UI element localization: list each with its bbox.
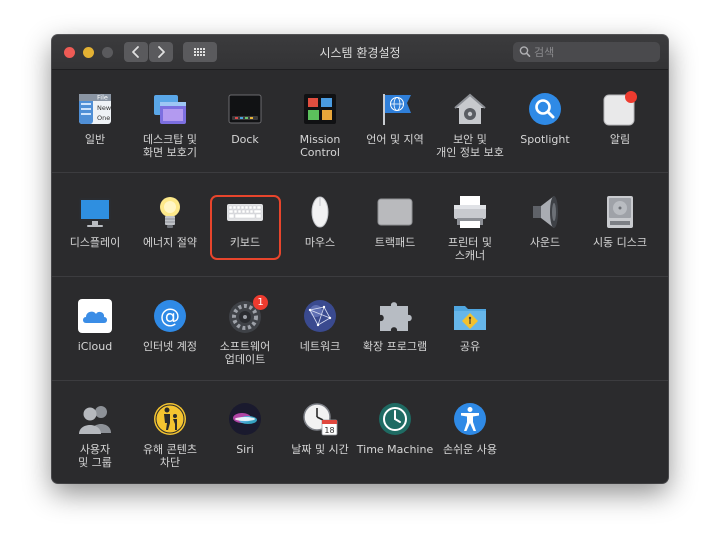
pref-label: 날짜 및 시간 (291, 443, 349, 456)
pref-label: 인터넷 계정 (142, 340, 198, 353)
pref-label: 프린터 및 스캐너 (448, 236, 492, 262)
sharing-folder-icon (452, 298, 488, 334)
dock-icon (227, 91, 263, 127)
lightbulb-icon (152, 194, 188, 230)
parental-controls-icon (152, 401, 188, 437)
search-field[interactable] (513, 42, 660, 62)
pref-label: 보안 및 개인 정보 보호 (436, 133, 504, 159)
network-globe-icon (302, 298, 338, 334)
pref-label: Siri (236, 443, 254, 456)
pref-label: 마우스 (304, 236, 336, 249)
pref-label: 공유 (459, 340, 481, 353)
globe-flag-icon (377, 91, 413, 127)
pref-label: 소프트웨어 업데이트 (219, 340, 271, 366)
pref-label: 데스크탑 및 화면 보호기 (142, 133, 198, 159)
hard-drive-icon (602, 194, 638, 230)
speaker-icon (527, 194, 563, 230)
pref-label: 손쉬운 사용 (442, 443, 498, 456)
section-divider (52, 276, 668, 277)
spotlight-magnifier-icon (527, 91, 563, 127)
users-groups-icon (77, 401, 113, 437)
puzzle-piece-icon (377, 298, 413, 334)
notifications-icon (602, 91, 638, 127)
pref-label: iCloud (77, 340, 113, 353)
pref-label: 언어 및 지역 (366, 133, 424, 146)
pref-label: Mission Control (299, 133, 341, 159)
siri-icon (227, 401, 263, 437)
general-icon-one: One (97, 114, 110, 122)
trackpad-icon (377, 194, 413, 230)
section-divider (52, 380, 668, 381)
general-icon-file: File (97, 94, 108, 102)
mission-control-icon (302, 91, 338, 127)
pref-label: Dock (231, 133, 259, 146)
pref-label: 사운드 (529, 236, 561, 249)
pref-label: 시동 디스크 (592, 236, 648, 249)
general-icon-new: New (97, 104, 112, 112)
keyboard-highlight (210, 195, 281, 260)
pref-label: 알림 (609, 133, 631, 146)
system-preferences-window: 시스템 환경설정 File New One 일반 (52, 35, 668, 483)
search-icon (519, 46, 531, 57)
pref-label: 트랙패드 (374, 236, 416, 249)
desktop-screensaver-icon (152, 91, 188, 127)
pref-label: 확장 프로그램 (362, 340, 428, 353)
pref-label: Spotlight (520, 133, 570, 146)
mouse-icon (302, 194, 338, 230)
pref-label: 에너지 절약 (142, 236, 198, 249)
house-lock-icon (452, 91, 488, 127)
icloud-icon (77, 298, 113, 334)
printer-icon (452, 194, 488, 230)
pref-label: Time Machine (356, 443, 434, 456)
update-badge: 1 (253, 295, 268, 310)
pref-label: 디스플레이 (69, 236, 121, 249)
pref-label: 일반 (84, 133, 106, 146)
clock-calendar-icon: 18 (302, 401, 338, 437)
search-input[interactable] (534, 43, 652, 61)
svg-text:@: @ (160, 304, 180, 328)
pref-label: 사용자 및 그룹 (78, 443, 112, 469)
pref-label: 유해 콘텐츠 차단 (142, 443, 198, 469)
title-bar: 시스템 환경설정 (52, 35, 668, 70)
pref-label: 네트워크 (299, 340, 341, 353)
display-icon (77, 194, 113, 230)
time-machine-icon (377, 401, 413, 437)
section-divider (52, 172, 668, 173)
calendar-day: 18 (324, 426, 334, 435)
accessibility-icon (452, 401, 488, 437)
general-icon: File New One (77, 91, 113, 127)
at-sign-icon: @ (152, 298, 188, 334)
